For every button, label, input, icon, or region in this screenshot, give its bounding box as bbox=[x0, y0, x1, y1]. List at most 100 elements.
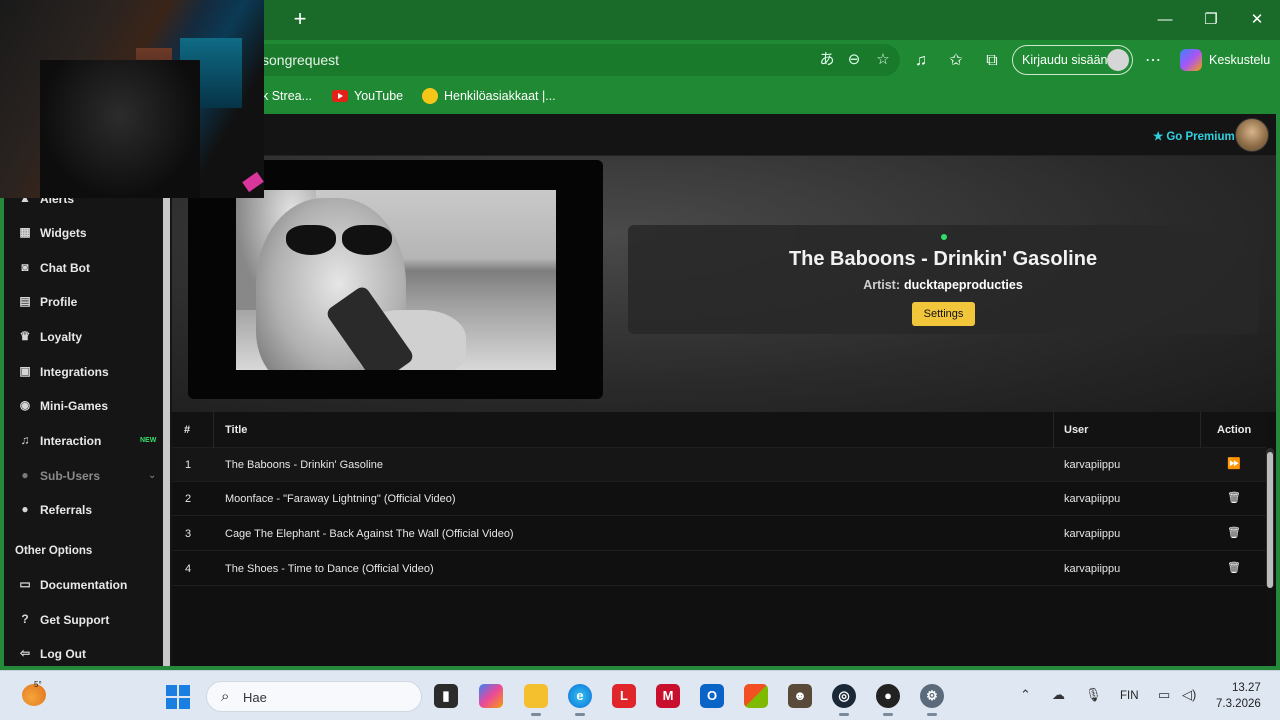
url-text: songrequest bbox=[262, 52, 340, 68]
go-premium-link[interactable]: ★ Go Premium bbox=[1153, 129, 1235, 143]
skip-icon[interactable]: ⏩ bbox=[1227, 457, 1241, 471]
sidebar-item-sub-users[interactable]: ● Sub-Users bbox=[18, 464, 158, 488]
sidebar-item-label: Documentation bbox=[40, 578, 128, 592]
table-row[interactable]: 2 Moonface - "Faraway Lightning" (Offici… bbox=[172, 482, 1266, 516]
favorites-icon[interactable]: ✩ bbox=[945, 50, 967, 72]
clock-time[interactable]: 13.27 bbox=[1232, 682, 1261, 694]
row-number: 2 bbox=[185, 493, 192, 505]
sidebar-item-get-support[interactable]: ? Get Support bbox=[18, 608, 158, 632]
new-badge: NEW bbox=[140, 437, 157, 444]
chevron-up-icon[interactable]: ⌃ bbox=[1020, 687, 1031, 703]
new-tab-button[interactable]: + bbox=[289, 8, 311, 30]
search-placeholder: Hae bbox=[243, 690, 267, 705]
minimize-button[interactable]: — bbox=[1150, 8, 1180, 32]
trash-icon[interactable]: 🗑 bbox=[1227, 561, 1241, 575]
close-window-button[interactable]: ✕ bbox=[1242, 8, 1272, 32]
sidebar-scrollbar-thumb[interactable] bbox=[163, 190, 170, 668]
collections-icon[interactable]: ⧉ bbox=[981, 50, 1003, 72]
outlook-icon[interactable]: O bbox=[700, 684, 724, 708]
sidebar-item-referrals[interactable]: ● Referrals bbox=[18, 498, 158, 522]
translate-icon[interactable]: あ bbox=[818, 51, 836, 69]
search-icon: ⌕ bbox=[221, 688, 230, 705]
row-user: karvapiippu bbox=[1064, 528, 1121, 540]
doc-icon: ▭ bbox=[19, 577, 31, 591]
game-app-icon[interactable]: ☻ bbox=[788, 684, 812, 708]
bookmark-stream[interactable]: k Strea... bbox=[262, 89, 312, 103]
table-row[interactable]: 4 The Shoes - Time to Dance (Official Vi… bbox=[172, 552, 1266, 586]
l-app-icon[interactable]: L bbox=[612, 684, 636, 708]
copilot-icon[interactable] bbox=[1180, 49, 1202, 71]
taskbar-search[interactable]: ⌕ Hae bbox=[206, 681, 422, 712]
music-add-icon[interactable]: ♫ bbox=[910, 50, 932, 72]
artist-label: Artist: bbox=[863, 278, 901, 292]
column-header-title[interactable]: Title bbox=[225, 424, 247, 436]
table-scrollbar-thumb[interactable] bbox=[1267, 452, 1273, 588]
signin-button[interactable]: Kirjaudu sisään bbox=[1012, 45, 1133, 75]
task-view-icon[interactable]: ▮ bbox=[434, 684, 458, 708]
signin-label: Kirjaudu sisään bbox=[1022, 53, 1108, 67]
sidebar-item-profile[interactable]: ▤ Profile bbox=[18, 290, 158, 314]
network-icon[interactable]: ▭ bbox=[1158, 687, 1170, 703]
now-playing-artist: Artist: ducktapeproducties bbox=[628, 278, 1258, 292]
chevron-down-icon[interactable]: ⌄ bbox=[148, 470, 156, 481]
trophy-icon: ♛ bbox=[19, 329, 31, 343]
sidebar-item-mini-games[interactable]: ◉ Mini-Games bbox=[18, 394, 158, 418]
steam-icon[interactable]: ◎ bbox=[832, 684, 856, 708]
start-button[interactable] bbox=[166, 685, 190, 709]
copilot-app-icon[interactable] bbox=[479, 684, 503, 708]
column-divider bbox=[213, 412, 214, 448]
microphone-icon[interactable]: 🎙 bbox=[1085, 687, 1102, 703]
other-options-heading: Other Options bbox=[15, 545, 93, 557]
table-row[interactable]: 1 The Baboons - Drinkin' Gasoline karvap… bbox=[172, 448, 1266, 482]
sidebar-item-label: Get Support bbox=[40, 613, 110, 627]
settings-gear-icon[interactable]: ⚙ bbox=[920, 684, 944, 708]
bookmark-youtube[interactable]: YouTube bbox=[354, 89, 403, 103]
zoom-icon[interactable]: ⊖ bbox=[845, 51, 863, 69]
premium-label: Go Premium bbox=[1166, 131, 1235, 143]
column-header-user[interactable]: User bbox=[1064, 424, 1088, 436]
sidebar-item-integrations[interactable]: ▣ Integrations bbox=[18, 360, 158, 384]
webcam-pink-object bbox=[242, 171, 264, 193]
row-title: The Shoes - Time to Dance (Official Vide… bbox=[225, 563, 434, 575]
more-options-icon[interactable]: ⋯ bbox=[1142, 50, 1164, 72]
obs-icon[interactable]: ● bbox=[876, 684, 900, 708]
favorite-star-icon[interactable]: ☆ bbox=[874, 51, 892, 69]
sidebar-item-widgets[interactable]: ▦ Widgets bbox=[18, 221, 158, 245]
onedrive-icon[interactable]: ☁ bbox=[1052, 687, 1065, 703]
address-bar[interactable]: songrequest あ ⊖ ☆ bbox=[230, 44, 900, 76]
sidebar-item-label: Log Out bbox=[40, 647, 86, 661]
robot-icon: ◙ bbox=[21, 260, 29, 274]
video-sunglasses-shape bbox=[286, 225, 394, 257]
row-number: 1 bbox=[185, 459, 192, 471]
volume-icon[interactable]: ◁) bbox=[1182, 687, 1196, 703]
language-indicator[interactable]: FIN bbox=[1120, 690, 1139, 702]
user-avatar[interactable] bbox=[1235, 118, 1269, 152]
row-number: 4 bbox=[185, 563, 192, 575]
table-row[interactable]: 3 Cage The Elephant - Back Against The W… bbox=[172, 517, 1266, 551]
sidebar-item-interaction[interactable]: ♫ Interaction bbox=[18, 429, 158, 453]
store-icon[interactable] bbox=[744, 684, 768, 708]
settings-button[interactable]: Settings bbox=[912, 302, 975, 326]
sidebar-item-label: Loyalty bbox=[40, 330, 83, 344]
sidebar-item-documentation[interactable]: ▭ Documentation bbox=[18, 573, 158, 597]
column-header-number[interactable]: # bbox=[184, 424, 190, 436]
profile-avatar-icon bbox=[1107, 49, 1129, 71]
people-icon: ● bbox=[21, 502, 29, 516]
trash-icon[interactable]: 🗑 bbox=[1227, 491, 1241, 505]
sidebar-item-chat-bot[interactable]: ◙ Chat Bot bbox=[18, 256, 158, 280]
sidebar-item-loyalty[interactable]: ♛ Loyalty bbox=[18, 325, 158, 349]
video-thumbnail[interactable] bbox=[236, 190, 556, 370]
restore-button[interactable]: ❐ bbox=[1196, 8, 1226, 32]
mcafee-icon[interactable]: M bbox=[656, 684, 680, 708]
row-user: karvapiippu bbox=[1064, 459, 1121, 471]
id-card-icon: ▤ bbox=[19, 294, 31, 308]
file-explorer-icon[interactable] bbox=[524, 684, 548, 708]
edge-browser-icon[interactable]: e bbox=[568, 684, 592, 708]
sidebar-item-label: Chat Bot bbox=[40, 261, 90, 275]
trash-icon[interactable]: 🗑 bbox=[1227, 526, 1241, 540]
plug-icon: ▣ bbox=[19, 364, 31, 378]
clock-date[interactable]: 7.3.2026 bbox=[1216, 698, 1261, 710]
copilot-label[interactable]: Keskustelu bbox=[1209, 53, 1270, 67]
bookmark-henkiloasiakkaat[interactable]: Henkilöasiakkaat |... bbox=[444, 89, 556, 103]
sidebar-item-log-out[interactable]: ⇦ Log Out bbox=[18, 642, 158, 666]
